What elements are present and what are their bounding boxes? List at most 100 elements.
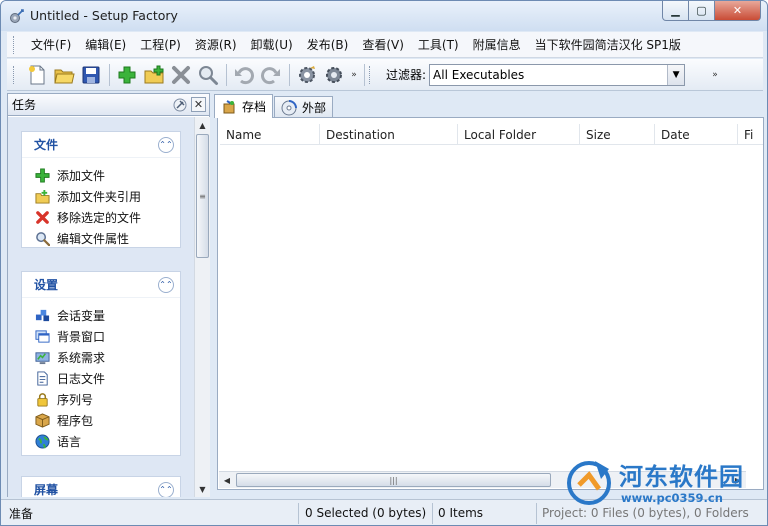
menu-view[interactable]: 查看(V) [355, 32, 411, 58]
menu-extra-info[interactable]: 附属信息 [466, 32, 528, 58]
task-edit-file-properties[interactable]: 编辑文件属性 [34, 228, 180, 249]
green-plus-icon [34, 168, 50, 183]
toolbar-separator [109, 63, 110, 86]
new-file-icon [29, 65, 45, 84]
folder-plus-icon [34, 189, 50, 204]
task-group-files: 文件 ⌃⌃ 添加文件 添加文件夹引用 移除选定的文件 编辑文件属性 [21, 131, 181, 248]
title-bar[interactable]: Untitled - Setup Factory ▁ ▢ ✕ [1, 1, 767, 31]
task-language[interactable]: 语言 [34, 431, 180, 452]
window-controls: ▁ ▢ ✕ [662, 1, 761, 21]
close-button[interactable]: ✕ [715, 1, 761, 21]
tab-label: 存档 [242, 100, 267, 114]
task-remove-selected-files[interactable]: 移除选定的文件 [34, 207, 180, 228]
maximize-button[interactable]: ▢ [689, 1, 715, 21]
column-header-local-folder[interactable]: Local Folder [458, 124, 580, 145]
scroll-left-arrow-icon[interactable]: ◀ [219, 472, 235, 488]
task-pane-scrollbar[interactable]: ▲ ≡ ▼ [194, 117, 210, 497]
log-file-icon [36, 371, 48, 386]
group-title: 屏幕 [34, 483, 59, 497]
scrollbar-thumb[interactable]: ||| [236, 473, 551, 487]
filter-dropdown[interactable]: All Executables ▼ [429, 63, 686, 86]
column-header-name[interactable]: Name [220, 124, 320, 145]
menu-bar: 文件(F) 编辑(E) 工程(P) 资源(R) 卸载(U) 发布(B) 查看(V… [7, 32, 763, 58]
globe-icon [34, 434, 50, 449]
filter-label: 过滤器: [386, 68, 427, 82]
column-header-size[interactable]: Size [580, 124, 655, 145]
add-files-button[interactable] [114, 62, 140, 88]
add-folder-reference-button[interactable] [141, 62, 167, 88]
tab-external[interactable]: 外部 [274, 96, 334, 118]
collapse-chevron-icon[interactable]: ⌃⌃ [158, 481, 174, 497]
search-properties-icon [199, 65, 218, 85]
redo-button[interactable] [258, 62, 284, 88]
magnifier-icon [35, 232, 50, 246]
menu-project[interactable]: 工程(P) [133, 32, 188, 58]
file-list-horizontal-scrollbar[interactable]: ◀ ||| ▶ [219, 471, 746, 488]
list-column-headers: Name Destination Local Folder Size Date … [220, 124, 763, 145]
minimize-button[interactable]: ▁ [662, 1, 689, 21]
undo-button[interactable] [231, 62, 257, 88]
task-group-settings-header[interactable]: 设置 ⌃⌃ [22, 272, 180, 298]
group-title: 文件 [34, 138, 59, 152]
column-header-destination[interactable]: Destination [320, 124, 458, 145]
filter-grip-handle[interactable] [369, 65, 372, 84]
task-log-file[interactable]: 日志文件 [34, 368, 180, 389]
task-background-window[interactable]: 背景窗口 [34, 326, 180, 347]
column-header-date[interactable]: Date [655, 124, 738, 145]
menu-tools[interactable]: 工具(T) [411, 32, 466, 58]
filter-selected-value: All Executables [433, 67, 525, 82]
task-serial-numbers[interactable]: 序列号 [34, 389, 180, 410]
lock-icon [36, 393, 48, 407]
scroll-right-arrow-icon[interactable]: ▶ [730, 472, 746, 488]
toolbar-grip-handle[interactable] [13, 65, 16, 84]
task-pane: 任务 ✕ 文件 ⌃⌃ 添加文件 添加文件夹引用 移除选定的文件 编辑文件属性 设… [7, 93, 210, 497]
cd-disc-icon [281, 99, 298, 115]
toolbar-separator [289, 63, 290, 86]
remove-files-button[interactable] [168, 62, 194, 88]
task-add-folder-reference[interactable]: 添加文件夹引用 [34, 186, 180, 207]
status-ready: 准备 [1, 502, 299, 524]
open-folder-icon [54, 69, 75, 83]
task-group-screens-header[interactable]: 屏幕 ⌃⌃ [22, 477, 180, 497]
menu-localization-credit[interactable]: 当下软件园简洁汉化 SP1版 [528, 32, 688, 58]
menu-edit[interactable]: 编辑(E) [78, 32, 133, 58]
scroll-down-arrow-icon[interactable]: ▼ [195, 481, 210, 497]
remove-x-icon [172, 65, 190, 84]
app-window: Untitled - Setup Factory ▁ ▢ ✕ 文件(F) 编辑(… [0, 0, 768, 526]
filter-overflow-chevron[interactable]: » [709, 70, 721, 80]
task-system-requirements[interactable]: 系统需求 [34, 347, 180, 368]
task-group-screens: 屏幕 ⌃⌃ [21, 476, 181, 497]
save-button[interactable] [78, 62, 104, 88]
open-project-button[interactable] [51, 62, 77, 88]
build-gear-icon [299, 65, 315, 83]
column-header-truncated[interactable]: Fi [738, 124, 763, 145]
menu-file[interactable]: 文件(F) [24, 32, 78, 58]
scrollbar-thumb[interactable]: ≡ [196, 134, 209, 258]
task-pane-header: 任务 ✕ [8, 94, 209, 116]
menu-uninstall[interactable]: 卸载(U) [244, 32, 300, 58]
menu-grip-handle[interactable] [13, 35, 16, 54]
task-session-variables[interactable]: 会话变量 [34, 305, 180, 326]
task-group-files-header[interactable]: 文件 ⌃⌃ [22, 132, 180, 158]
file-list[interactable]: Name Destination Local Folder Size Date … [217, 117, 764, 490]
task-packages[interactable]: 程序包 [34, 410, 180, 431]
task-groups-area: 文件 ⌃⌃ 添加文件 添加文件夹引用 移除选定的文件 编辑文件属性 设置 ⌃⌃ … [8, 117, 194, 497]
close-task-pane-button[interactable]: ✕ [191, 97, 206, 112]
settings-button[interactable] [321, 62, 347, 88]
tab-strip: 存档 外部 [214, 93, 764, 118]
toolbar-separator [226, 63, 227, 86]
tab-archive[interactable]: 存档 [214, 94, 274, 118]
task-add-files[interactable]: 添加文件 [34, 165, 180, 186]
system-requirements-icon [34, 352, 50, 365]
new-file-button[interactable] [24, 62, 50, 88]
collapse-chevron-icon[interactable]: ⌃⌃ [158, 276, 174, 293]
menu-publish[interactable]: 发布(B) [300, 32, 356, 58]
pin-icon[interactable] [172, 97, 188, 113]
menu-resources[interactable]: 资源(R) [188, 32, 244, 58]
toolbar-overflow-chevron[interactable]: » [348, 70, 360, 80]
collapse-chevron-icon[interactable]: ⌃⌃ [158, 136, 174, 153]
scroll-up-arrow-icon[interactable]: ▲ [195, 117, 210, 133]
chevron-down-icon[interactable]: ▼ [667, 64, 685, 85]
build-button[interactable] [294, 62, 320, 88]
file-properties-button[interactable] [195, 62, 221, 88]
